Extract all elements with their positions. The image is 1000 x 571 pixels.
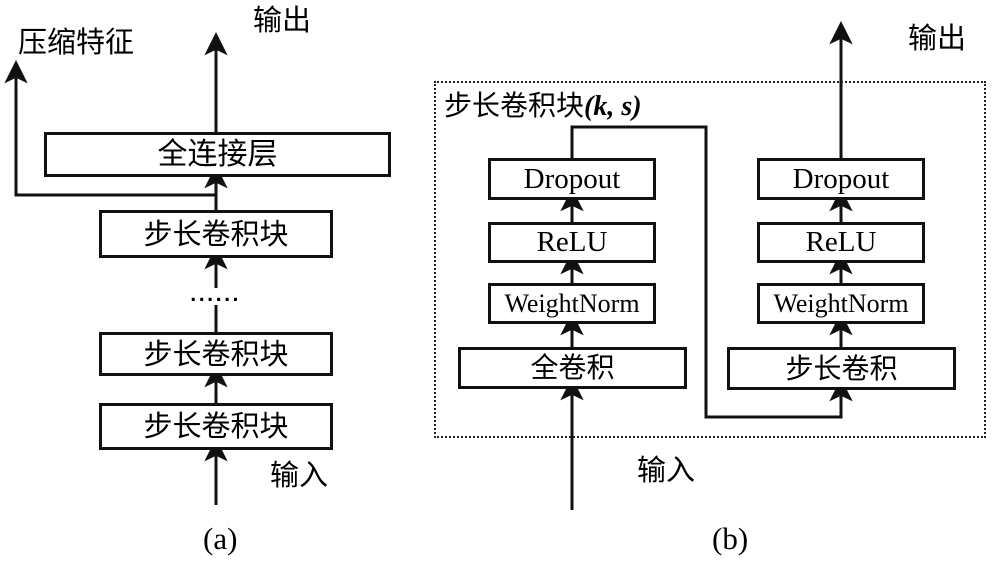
ellipsis-marker: ......	[190, 286, 241, 306]
title-strided-conv-block: 步长卷积块(k, s)	[444, 92, 642, 121]
caption-panel-b: (b)	[712, 521, 749, 556]
block-fully-connected-layer[interactable]: 全连接层	[44, 132, 391, 177]
label-output-a: 输出	[253, 3, 312, 37]
block-full-convolution[interactable]: 全卷积	[458, 347, 687, 389]
block-weightnorm-left[interactable]: WeightNorm	[488, 283, 656, 324]
title-param-s: s	[621, 91, 633, 122]
block-dropout-left[interactable]: Dropout	[488, 158, 656, 200]
title-close-paren: )	[632, 91, 642, 122]
label-compressed-feature: 压缩特征	[18, 25, 135, 59]
block-strided-conv-top[interactable]: 步长卷积块	[99, 210, 333, 258]
block-strided-conv-mid[interactable]: 步长卷积块	[99, 332, 333, 376]
block-dropout-right[interactable]: Dropout	[757, 158, 925, 200]
block-relu-right[interactable]: ReLU	[757, 222, 925, 263]
label-output-b: 输出	[908, 21, 967, 55]
block-relu-left[interactable]: ReLU	[488, 222, 656, 263]
figure-root: 压缩特征 输出 全连接层 步长卷积块 ...... 步长卷积块 步长卷积块 输入…	[0, 0, 1000, 571]
label-input-b: 输入	[637, 453, 696, 487]
title-comma: ,	[607, 91, 622, 122]
label-input-a: 输入	[270, 458, 329, 492]
block-strided-conv-bottom[interactable]: 步长卷积块	[99, 403, 333, 450]
caption-panel-a: (a)	[203, 521, 238, 556]
block-strided-convolution[interactable]: 步长卷积	[727, 347, 956, 390]
block-weightnorm-right[interactable]: WeightNorm	[757, 283, 925, 324]
title-open-paren: (	[584, 91, 594, 122]
title-param-k: k	[593, 91, 608, 122]
title-strided-conv-block-cn: 步长卷积块	[444, 89, 585, 122]
